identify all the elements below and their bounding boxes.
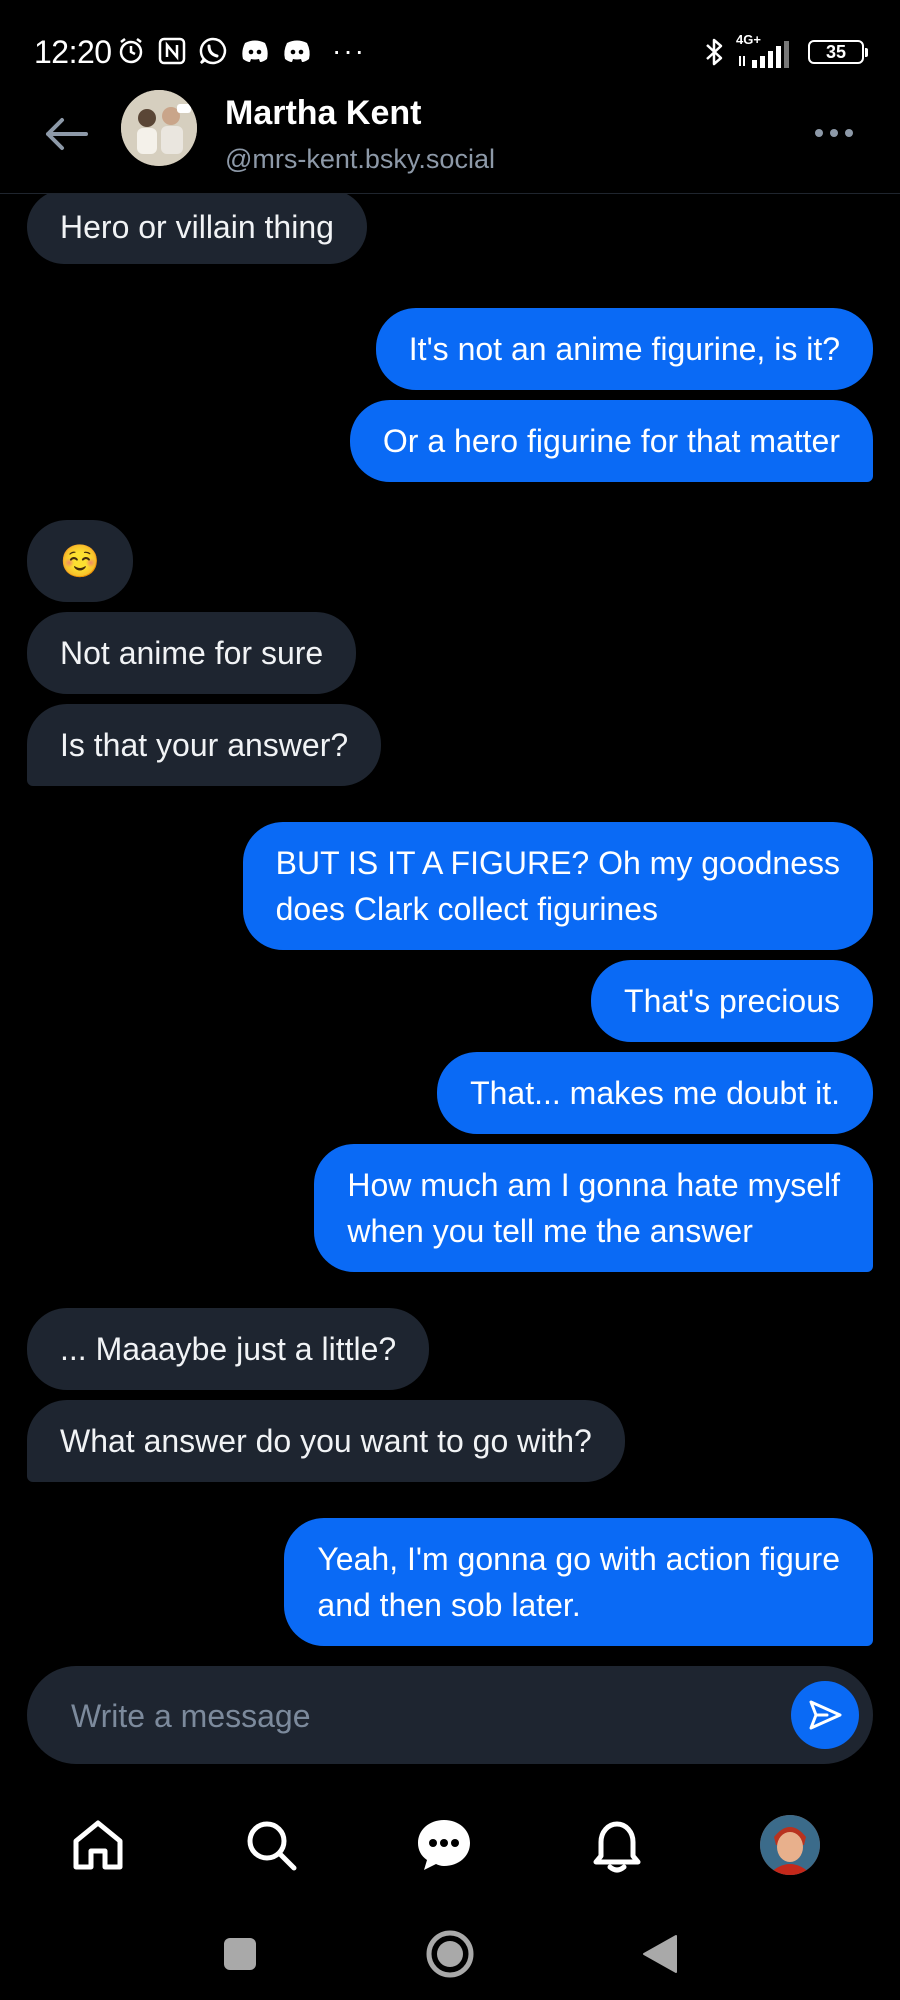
square-icon [224, 1938, 256, 1970]
contact-handle: @mrs-kent.bsky.social [225, 144, 495, 174]
arrow-left-icon [46, 118, 88, 150]
message-input[interactable] [69, 1693, 753, 1739]
message-bubble-outgoing[interactable]: That... makes me doubt it. [437, 1052, 873, 1134]
message-list[interactable]: Hero or villain thing It's not an anime … [0, 194, 900, 1654]
discord-icon [240, 38, 270, 64]
back-button[interactable] [630, 1924, 690, 1984]
triangle-back-icon [643, 1935, 677, 1973]
message-bubble-outgoing[interactable]: Or a hero figurine for that matter [349, 400, 873, 482]
status-left-icons: ··· [116, 36, 366, 66]
status-right-icons: 4G+ 35 [704, 32, 868, 70]
nav-profile[interactable] [755, 1810, 825, 1880]
bottom-navigation [0, 1800, 900, 1890]
contact-avatar[interactable] [121, 90, 197, 166]
message-bubble-outgoing[interactable]: That's precious [591, 960, 873, 1042]
message-bubble-incoming[interactable]: Hero or villain thing [27, 194, 367, 264]
search-icon [247, 1821, 297, 1871]
message-bubble-outgoing[interactable]: BUT IS IT A FIGURE? Oh my goodness does … [242, 822, 873, 950]
notifications-icon [593, 1821, 641, 1873]
cellular-signal-icon: 4G+ [736, 32, 798, 70]
home-icon [73, 1820, 123, 1870]
whatsapp-icon [198, 36, 228, 66]
back-button[interactable] [40, 108, 92, 160]
alarm-icon [116, 36, 146, 66]
send-button[interactable] [791, 1681, 859, 1749]
recents-button[interactable] [210, 1924, 270, 1984]
send-icon [809, 1700, 842, 1730]
nfc-icon [158, 37, 186, 65]
message-bubble-incoming[interactable]: Not anime for sure [27, 612, 357, 694]
message-bubble-outgoing[interactable]: How much am I gonna hate myself when you… [314, 1144, 873, 1272]
status-time: 12:20 [34, 34, 112, 70]
message-bubble-incoming[interactable]: What answer do you want to go with? [27, 1400, 625, 1482]
bluetooth-icon [704, 36, 726, 68]
message-composer [27, 1666, 873, 1764]
nav-search[interactable] [236, 1810, 306, 1880]
battery-indicator: 35 [808, 40, 868, 64]
message-bubble-outgoing[interactable]: Yeah, I'm gonna go with action figure an… [284, 1518, 873, 1646]
discord-icon [282, 38, 312, 64]
conversation-menu-button[interactable] [804, 118, 864, 148]
nav-messages[interactable] [409, 1810, 479, 1880]
ellipsis-icon [815, 129, 853, 137]
message-bubble-outgoing[interactable]: It's not an anime figurine, is it? [375, 308, 873, 390]
nav-home[interactable] [63, 1810, 133, 1880]
profile-avatar [760, 1815, 820, 1875]
messages-icon [418, 1820, 470, 1870]
nav-notifications[interactable] [582, 1810, 652, 1880]
more-notifications-icon: ··· [332, 35, 366, 66]
message-bubble-incoming[interactable]: ... Maaaybe just a little? [27, 1308, 430, 1390]
contact-name: Martha Kent [225, 94, 422, 132]
home-button[interactable] [420, 1924, 480, 1984]
system-navigation-bar [0, 1910, 900, 2000]
message-bubble-incoming[interactable]: ☺️ [27, 520, 133, 602]
conversation-header: Martha Kent @mrs-kent.bsky.social [0, 84, 900, 194]
circle-icon [426, 1930, 474, 1978]
message-bubble-incoming[interactable]: Is that your answer? [27, 704, 382, 786]
